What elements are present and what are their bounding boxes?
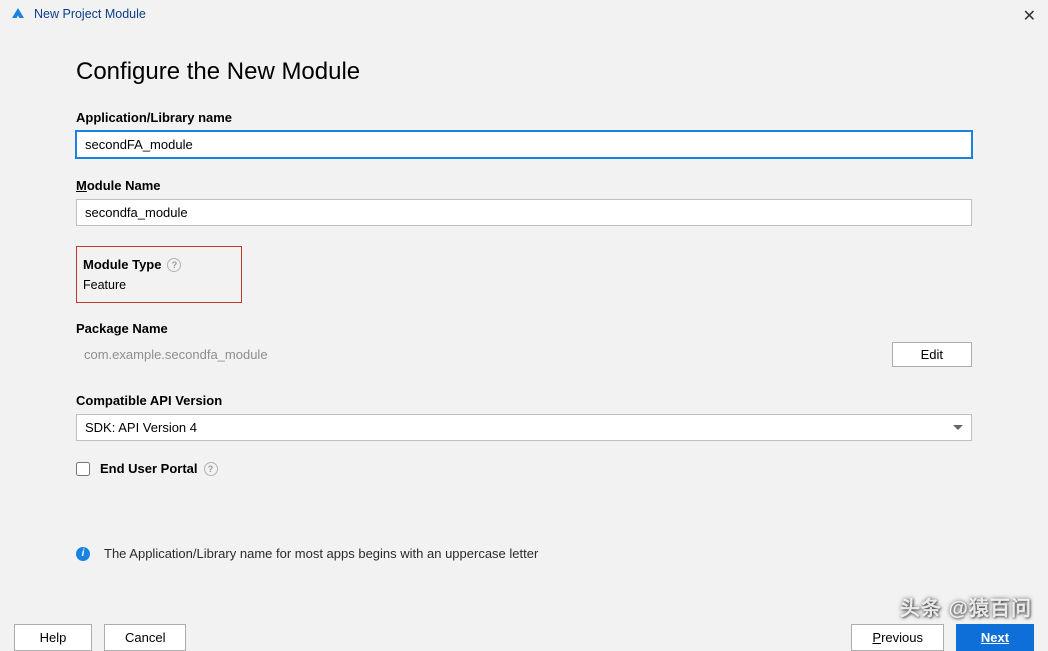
next-button[interactable]: Next xyxy=(956,624,1034,651)
input-module-name[interactable] xyxy=(76,199,972,226)
help-icon[interactable]: ? xyxy=(204,462,218,476)
label-app-lib-name: Application/Library name xyxy=(76,110,972,125)
page-heading: Configure the New Module xyxy=(76,58,972,86)
module-type-box: Module Type ? Feature xyxy=(76,246,242,303)
label-package-name: Package Name xyxy=(76,321,972,336)
dialog-window: New Project Module ✕ Configure the New M… xyxy=(0,0,1048,651)
input-app-lib-name[interactable] xyxy=(76,131,972,158)
close-icon[interactable]: ✕ xyxy=(1023,6,1036,26)
help-button[interactable]: Help xyxy=(14,624,92,651)
field-module-name: Module Name xyxy=(76,178,972,226)
edit-package-button[interactable]: Edit xyxy=(892,342,972,367)
field-end-user-portal: End User Portal ? xyxy=(76,461,972,476)
label-module-type: Module Type ? xyxy=(83,257,227,272)
checkbox-end-user-portal[interactable] xyxy=(76,462,90,476)
field-app-lib-name: Application/Library name xyxy=(76,110,972,158)
field-package-name: Package Name com.example.secondfa_module… xyxy=(76,321,972,367)
titlebar: New Project Module ✕ xyxy=(0,0,1048,28)
select-api-version-value: SDK: API Version 4 xyxy=(85,420,197,435)
info-text: The Application/Library name for most ap… xyxy=(104,546,538,561)
content-area: Configure the New Module Application/Lib… xyxy=(0,28,1048,561)
label-api-version: Compatible API Version xyxy=(76,393,972,408)
app-logo-icon xyxy=(10,6,26,22)
value-module-type: Feature xyxy=(83,278,227,292)
chevron-down-icon xyxy=(953,425,963,430)
package-row: com.example.secondfa_module Edit xyxy=(76,342,972,367)
previous-button[interactable]: Previous xyxy=(851,624,944,651)
window-title: New Project Module xyxy=(34,7,146,21)
help-icon[interactable]: ? xyxy=(167,258,181,272)
footer: Help Cancel Previous Next xyxy=(0,624,1048,651)
select-api-version[interactable]: SDK: API Version 4 xyxy=(76,414,972,441)
cancel-button[interactable]: Cancel xyxy=(104,624,186,651)
label-module-name: Module Name xyxy=(76,178,972,193)
footer-left: Help Cancel xyxy=(14,624,186,651)
info-icon: i xyxy=(76,547,90,561)
info-row: i The Application/Library name for most … xyxy=(76,546,972,561)
footer-right: Previous Next xyxy=(851,624,1034,651)
watermark: 头条 @猿百问 xyxy=(900,592,1032,621)
value-package-name: com.example.secondfa_module xyxy=(76,347,268,362)
field-api-version: Compatible API Version SDK: API Version … xyxy=(76,393,972,441)
label-end-user-portal: End User Portal ? xyxy=(100,461,218,476)
